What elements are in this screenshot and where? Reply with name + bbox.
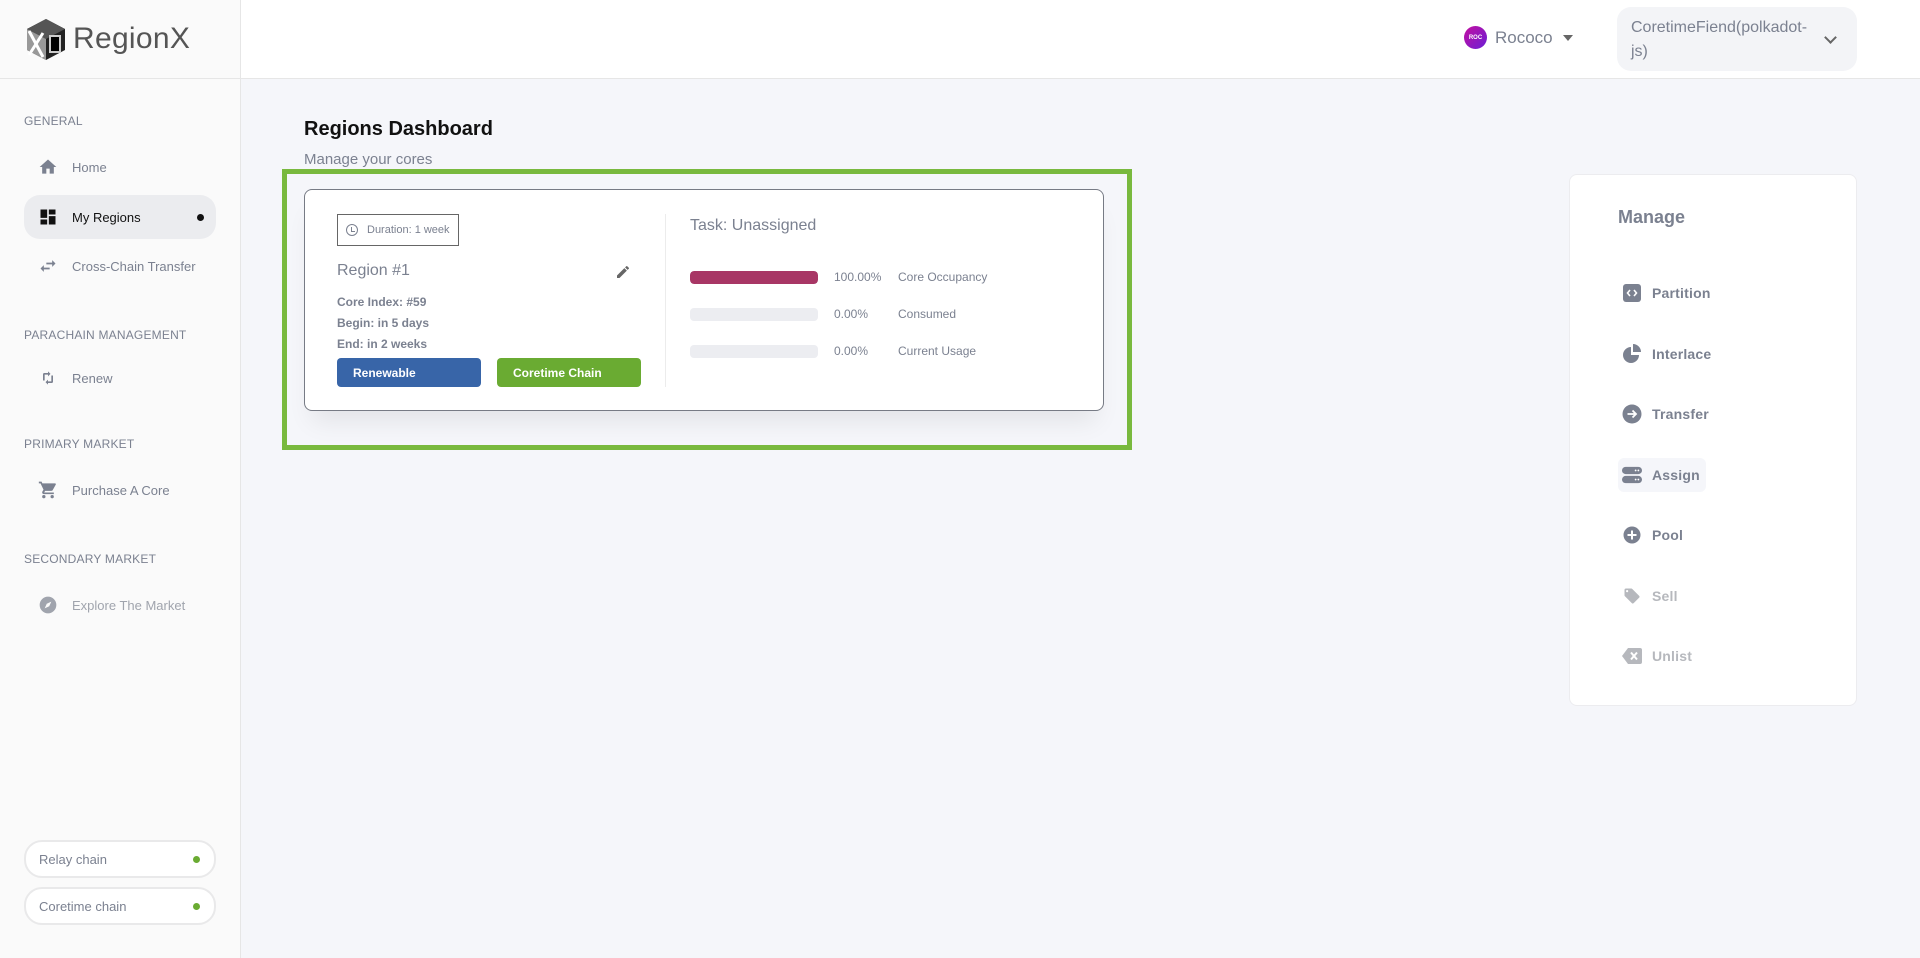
status-dot (193, 855, 200, 863)
stat-label: Current Usage (898, 344, 977, 358)
stat-value: 0.00% (834, 344, 869, 358)
compass-icon (38, 595, 58, 615)
relay-chain-status: Relay chain (24, 840, 216, 878)
page-title: Regions Dashboard (304, 118, 493, 140)
progress-bar (690, 270, 818, 284)
progress-bar (690, 307, 818, 321)
coretime-chain-label: Coretime chain (39, 898, 127, 914)
stat-core-occupancy: 100.00% Core Occupancy (690, 270, 987, 284)
regionx-logo-icon (27, 19, 65, 60)
manage-sell-button[interactable]: Sell (1618, 579, 1684, 613)
task-label: Task: Unassigned (690, 217, 817, 234)
manage-pool-button[interactable]: Pool (1618, 518, 1689, 552)
stat-value: 0.00% (834, 307, 869, 321)
sidebar-item-label: Home (72, 159, 107, 175)
core-index: Core Index: #59 (337, 295, 427, 309)
pie-chart-icon (1622, 344, 1642, 364)
duration-badge: Duration: 1 week (337, 214, 459, 246)
stat-consumed: 0.00% Consumed (690, 307, 956, 321)
manage-transfer-button[interactable]: Transfer (1618, 397, 1715, 431)
account-label: CoretimeFiend(polkadot-js) (1631, 19, 1808, 60)
tag-icon (1622, 586, 1642, 606)
dashboard-icon (38, 207, 58, 227)
storage-icon (1622, 465, 1642, 485)
arrow-circle-icon (1622, 404, 1642, 424)
logo[interactable]: RegionX (0, 0, 240, 79)
plus-circle-icon (1622, 525, 1642, 545)
active-indicator (197, 213, 204, 221)
sidebar-item-label: Purchase A Core (72, 482, 170, 498)
rococo-icon: ROC (1464, 26, 1487, 49)
sidebar-item-label: Explore The Market (72, 597, 186, 613)
sidebar-item-label: My Regions (72, 209, 141, 225)
end-time: End: in 2 weeks (337, 337, 428, 351)
sidebar-item-label: Cross-Chain Transfer (72, 258, 196, 274)
progress-bar (690, 344, 818, 358)
renewable-tag[interactable]: Renewable (337, 358, 481, 387)
section-general: GENERAL (24, 114, 83, 128)
sidebar-item-renew[interactable]: Renew (24, 356, 216, 400)
stat-label: Consumed (898, 307, 957, 321)
partition-icon (1622, 283, 1642, 303)
section-secondary-market: SECONDARY MARKET (24, 552, 157, 566)
manage-title: Manage (1618, 207, 1686, 227)
stat-current-usage: 0.00% Current Usage (690, 344, 976, 358)
region-card[interactable]: Duration: 1 week Region #1 Core Index: #… (304, 189, 1104, 411)
section-primary-market: PRIMARY MARKET (24, 437, 135, 451)
caret-down-icon (1562, 34, 1573, 41)
region-name: Region #1 (337, 262, 410, 279)
divider (665, 214, 666, 387)
page-subtitle: Manage your cores (304, 151, 433, 168)
status-dot (193, 902, 200, 910)
section-parachain-management: PARACHAIN MANAGEMENT (24, 328, 187, 342)
app-name: RegionX (73, 22, 191, 55)
sidebar: RegionX GENERAL Home My Regions Cross-Ch… (0, 0, 241, 958)
manage-panel: Manage Partition Interlace Transfer Assi… (1569, 174, 1857, 706)
network-label: Rococo (1495, 27, 1553, 47)
stat-label: Core Occupancy (898, 270, 988, 284)
renew-icon (38, 368, 58, 388)
home-icon (38, 157, 58, 177)
swap-icon (38, 256, 58, 276)
sidebar-item-my-regions[interactable]: My Regions (24, 195, 216, 239)
clock-icon (346, 224, 358, 236)
chevron-down-icon (1824, 31, 1837, 44)
sidebar-item-explore-the-market[interactable]: Explore The Market (24, 583, 216, 627)
sidebar-item-purchase-a-core[interactable]: Purchase A Core (24, 468, 216, 512)
relay-chain-label: Relay chain (39, 851, 107, 867)
account-selector[interactable]: CoretimeFiend(polkadot-js) (1617, 7, 1857, 71)
pencil-icon[interactable] (615, 264, 631, 280)
manage-unlist-button[interactable]: Unlist (1618, 639, 1698, 673)
coretime-chain-status: Coretime chain (24, 887, 216, 925)
sidebar-item-label: Renew (72, 370, 113, 386)
coretime-chain-tag[interactable]: Coretime Chain (497, 358, 641, 387)
network-selector[interactable]: ROC Rococo (1464, 26, 1573, 49)
sidebar-item-cross-chain-transfer[interactable]: Cross-Chain Transfer (24, 244, 216, 288)
manage-partition-button[interactable]: Partition (1618, 276, 1717, 310)
sidebar-item-home[interactable]: Home (24, 145, 216, 189)
stat-value: 100.00% (834, 270, 882, 284)
cart-icon (38, 480, 58, 500)
manage-assign-button[interactable]: Assign (1618, 458, 1706, 492)
backspace-icon (1622, 646, 1642, 666)
progress-fill (690, 270, 818, 284)
manage-interlace-button[interactable]: Interlace (1618, 337, 1717, 371)
begin-time: Begin: in 5 days (337, 316, 430, 330)
